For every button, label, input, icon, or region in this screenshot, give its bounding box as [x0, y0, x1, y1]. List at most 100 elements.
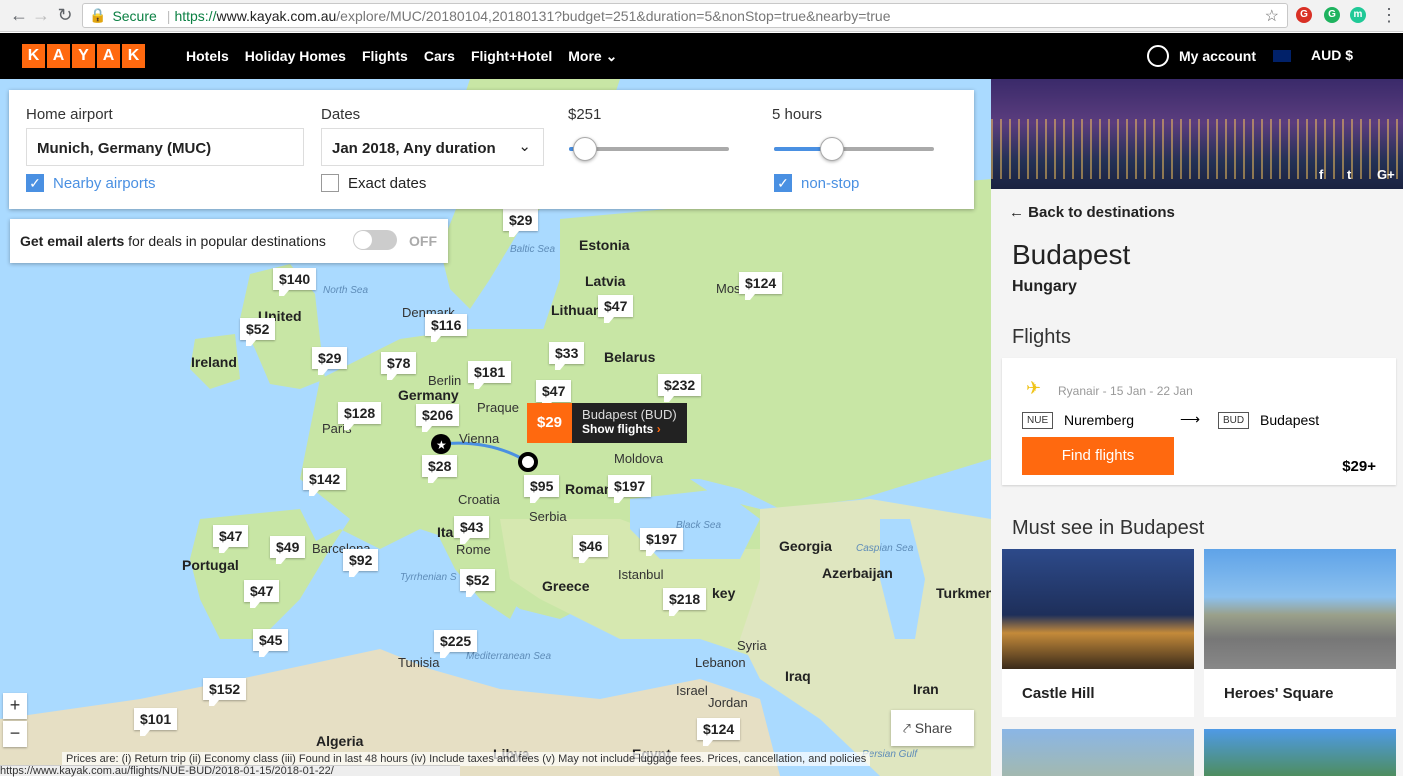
- chevron-down-icon: ⌄: [518, 138, 531, 155]
- map-price-pin[interactable]: $197: [640, 528, 684, 556]
- map-price-pin[interactable]: $47: [244, 580, 280, 608]
- reload-icon[interactable]: ↻: [54, 4, 76, 26]
- map-place-label: Belarus: [604, 349, 656, 365]
- grammarly-icon[interactable]: G: [1324, 7, 1340, 23]
- map-price-pin[interactable]: $142: [303, 468, 347, 496]
- map-place-label: key: [712, 585, 736, 601]
- google-plus-icon[interactable]: G+: [1377, 167, 1395, 182]
- nav-flights[interactable]: Flights: [362, 48, 408, 65]
- nav-hotels[interactable]: Hotels: [186, 48, 229, 65]
- exact-dates-checkbox[interactable]: [321, 174, 339, 192]
- dates-select[interactable]: Jan 2018, Any duration ⌄: [321, 128, 544, 166]
- attraction-card[interactable]: Castle Hill: [1002, 549, 1194, 717]
- find-flights-button[interactable]: Find flights: [1022, 437, 1174, 475]
- map-price-pin[interactable]: $152: [203, 678, 247, 706]
- forward-arrow-icon[interactable]: →: [30, 4, 52, 26]
- popup-show-flights[interactable]: Show flights ›: [582, 422, 677, 436]
- map-place-label: Rome: [456, 542, 491, 557]
- account-menu[interactable]: My account: [1147, 45, 1256, 67]
- map-price-pin[interactable]: $46: [573, 535, 609, 563]
- exact-dates-label[interactable]: Exact dates: [348, 175, 426, 192]
- map-place-label: Greece: [542, 578, 590, 594]
- map-price-pin[interactable]: $95: [524, 475, 560, 503]
- map-price-pin[interactable]: $232: [658, 374, 702, 402]
- map-price-pin[interactable]: $197: [608, 475, 652, 503]
- nearby-airports-checkbox[interactable]: ✓: [26, 174, 44, 192]
- map-price-pin[interactable]: $45: [253, 629, 289, 657]
- map-price-pin[interactable]: $92: [343, 549, 379, 577]
- zoom-in-button[interactable]: +: [3, 693, 27, 719]
- back-to-destinations-link[interactable]: ← Back to destinations: [1009, 204, 1175, 221]
- map-price-pin[interactable]: $181: [468, 361, 512, 389]
- nav-holiday-homes[interactable]: Holiday Homes: [245, 48, 346, 65]
- bookmark-star-icon[interactable]: ☆: [1265, 6, 1279, 26]
- back-arrow-icon[interactable]: ←: [8, 4, 30, 26]
- map-price-pin[interactable]: $225: [434, 630, 478, 658]
- map-place-label: Ita: [437, 524, 454, 540]
- share-button[interactable]: ⤤ Share: [891, 710, 974, 746]
- email-alerts-toggle[interactable]: [353, 230, 397, 250]
- address-bar[interactable]: 🔒 Secure | https:// www.kayak.com.au /ex…: [82, 3, 1288, 28]
- email-alerts-title: Get email alerts: [20, 233, 125, 249]
- map-price-pin[interactable]: $52: [460, 569, 496, 597]
- attraction-name: Heroes' Square: [1224, 685, 1334, 702]
- map-place-label: Croatia: [458, 492, 500, 507]
- map-price-pin[interactable]: $128: [338, 402, 382, 430]
- zoom-out-button[interactable]: −: [3, 721, 27, 747]
- logo-letter: A: [97, 44, 120, 68]
- facebook-icon[interactable]: f: [1319, 167, 1323, 182]
- duration-slider-handle[interactable]: [820, 137, 844, 161]
- kayak-logo[interactable]: K A Y A K: [22, 44, 145, 68]
- flights-heading: Flights: [1012, 326, 1071, 348]
- extension-icon[interactable]: G: [1296, 7, 1312, 23]
- nav-flight-hotel[interactable]: Flight+Hotel: [471, 48, 552, 65]
- attraction-image: [1204, 729, 1396, 776]
- nearby-airports-label[interactable]: Nearby airports: [53, 175, 156, 192]
- map-place-label: Germany: [398, 387, 459, 403]
- toggle-knob: [354, 231, 372, 249]
- destination-popup[interactable]: $29 Budapest (BUD) Show flights ›: [527, 403, 687, 443]
- map-price-pin[interactable]: $47: [213, 525, 249, 553]
- map-price-pin[interactable]: $101: [134, 708, 178, 736]
- map-price-pin[interactable]: $140: [273, 268, 317, 296]
- currency-selector[interactable]: AUD $: [1311, 47, 1353, 63]
- back-label: Back to destinations: [1028, 204, 1175, 221]
- map-place-label: Iraq: [785, 668, 811, 684]
- nav-more[interactable]: More ⌄: [568, 48, 617, 65]
- nav-cars[interactable]: Cars: [424, 48, 455, 65]
- twitter-icon[interactable]: t: [1347, 167, 1351, 182]
- map-price-pin[interactable]: $206: [416, 404, 460, 432]
- map-price-pin[interactable]: $47: [598, 295, 634, 323]
- non-stop-checkbox[interactable]: ✓: [774, 174, 792, 192]
- attraction-card[interactable]: [1002, 729, 1194, 776]
- chevron-down-icon: ⌄: [605, 48, 618, 64]
- map-price-pin[interactable]: $47: [536, 380, 572, 408]
- attraction-card[interactable]: Heroes' Square: [1204, 549, 1396, 717]
- home-airport-field[interactable]: Munich, Germany (MUC): [26, 128, 304, 166]
- map-price-pin[interactable]: $78: [381, 352, 417, 380]
- attraction-card[interactable]: [1204, 729, 1396, 776]
- map-price-pin[interactable]: $124: [697, 718, 741, 746]
- map-price-pin[interactable]: $49: [270, 536, 306, 564]
- destination-marker[interactable]: [518, 452, 538, 472]
- share-label: Share: [914, 720, 953, 736]
- flight-card: ✈ Ryanair - 15 Jan - 22 Jan NUE Nurember…: [1002, 358, 1396, 485]
- map-price-pin[interactable]: $28: [422, 455, 458, 483]
- map-place-label: Iran: [913, 681, 939, 697]
- extension-m-icon[interactable]: m: [1350, 7, 1366, 23]
- map-price-pin[interactable]: $218: [663, 588, 707, 616]
- map-price-pin[interactable]: $33: [549, 342, 585, 370]
- map-price-pin[interactable]: $124: [739, 272, 783, 300]
- map-price-pin[interactable]: $29: [312, 347, 348, 375]
- search-form: Home airport Munich, Germany (MUC) ✓ Nea…: [9, 90, 974, 209]
- non-stop-label[interactable]: non-stop: [801, 175, 859, 192]
- budget-slider-handle[interactable]: [573, 137, 597, 161]
- australia-flag-icon[interactable]: [1273, 50, 1291, 62]
- map-place-label: Mos: [716, 281, 741, 296]
- map-price-pin[interactable]: $29: [503, 209, 539, 237]
- map-price-pin[interactable]: $116: [425, 314, 468, 342]
- map-price-pin[interactable]: $52: [240, 318, 276, 346]
- map-price-pin[interactable]: $43: [454, 516, 490, 544]
- menu-dots-icon[interactable]: ⋮: [1378, 4, 1400, 26]
- duration-slider-track[interactable]: [774, 147, 934, 151]
